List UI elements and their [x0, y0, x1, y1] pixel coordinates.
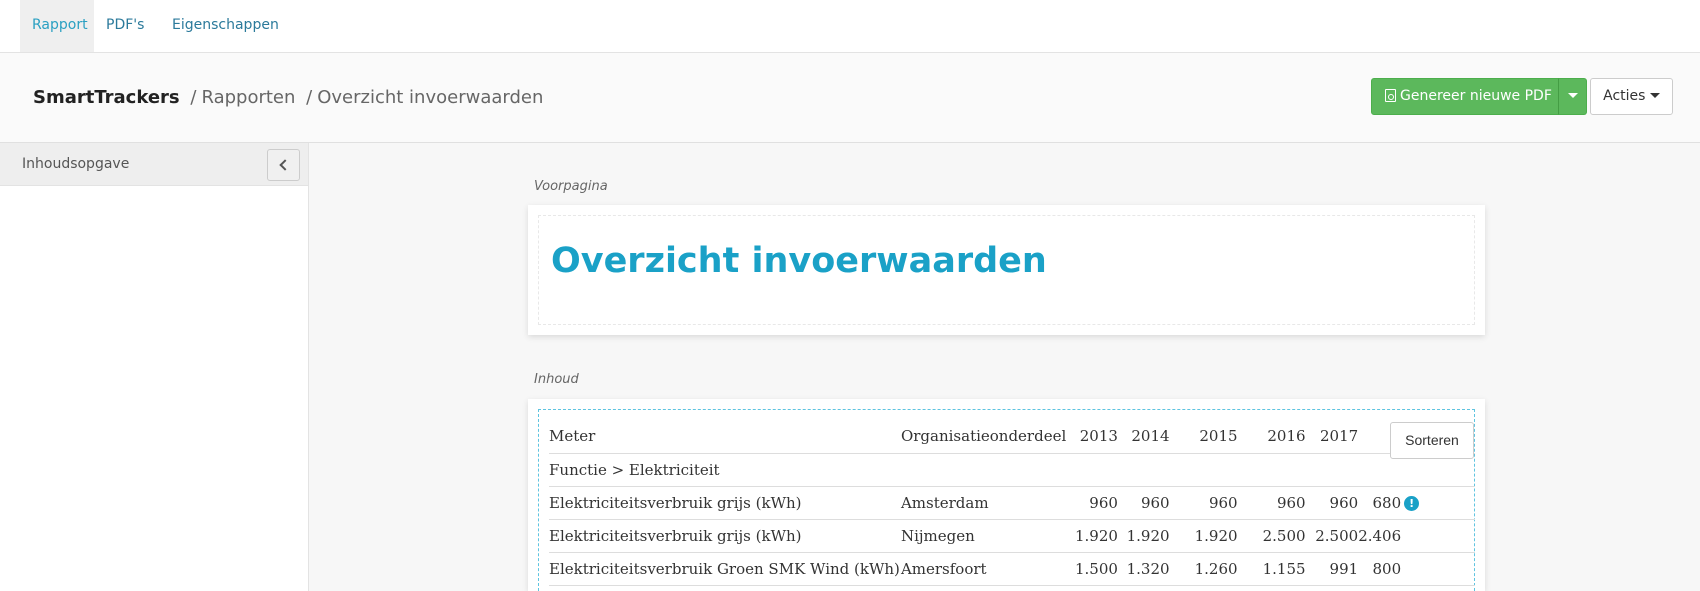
exclamation-icon[interactable]: ! [1404, 495, 1420, 511]
generate-pdf-label: Genereer nieuwe PDF [1400, 88, 1552, 104]
sort-button[interactable]: Sorteren [1390, 422, 1474, 459]
cell-org: Nijmegen [900, 519, 1067, 553]
table-header-row: Meter Organisatieonderdeel 2013 2014 201… [549, 420, 1475, 454]
table-row: Elektriciteitsverbruik Groen SMK Wind (k… [549, 552, 1475, 586]
cover-title: Overzicht invoerwaarden [551, 241, 1047, 281]
breadcrumb-separator: / [190, 87, 197, 108]
acties-label: Acties [1603, 88, 1646, 104]
cell-spacer [1419, 552, 1475, 586]
cell-value: 2.500 [1237, 519, 1306, 553]
chevron-left-icon [279, 159, 291, 171]
cell-value: 680 [1372, 493, 1402, 512]
breadcrumb-separator: / [306, 87, 313, 108]
cell-value: 991 [1305, 552, 1359, 586]
cover-inner: Overzicht invoerwaarden [538, 215, 1475, 325]
caret-down-icon [1567, 93, 1578, 98]
tab-rapport[interactable]: Rapport [20, 0, 94, 52]
content-section: Meter Organisatieonderdeel 2013 2014 201… [528, 399, 1485, 591]
cell-org: Amersfoort [900, 552, 1067, 586]
cell-value: 1.320 [1117, 552, 1170, 586]
section-label-inhoud: Inhoud [534, 372, 579, 387]
breadcrumb-root[interactable]: SmartTrackers [33, 87, 180, 108]
caret-down-icon [1649, 93, 1660, 98]
cell-value: 960 [1066, 486, 1118, 520]
cell-value: 2.500 [1305, 519, 1359, 553]
col-header-year: 2014 [1117, 420, 1170, 454]
cell-value: 960 [1117, 486, 1170, 520]
breadcrumb-rapporten[interactable]: Rapporten [201, 87, 295, 108]
sidebar: Inhoudsopgave [0, 143, 309, 591]
cell-meter: Elektriciteitsverbruik Groen SMK Wind (k… [549, 552, 901, 586]
cell-value: 1.920 [1117, 519, 1170, 553]
cell-meter: Elektriciteitsverbruik grijs (kWh) [549, 486, 901, 520]
cell-value: 1.920 [1169, 519, 1238, 553]
acties-button[interactable]: Acties [1590, 78, 1673, 115]
data-table: Meter Organisatieonderdeel 2013 2014 201… [549, 420, 1475, 586]
cell-spacer [1419, 519, 1475, 553]
page-header: SmartTrackers / Rapporten / Overzicht invo… [0, 53, 1700, 143]
table-row: Elektriciteitsverbruik grijs (kWh) Nijme… [549, 519, 1475, 553]
cell-value: 1.920 [1066, 519, 1118, 553]
sidebar-header: Inhoudsopgave [0, 143, 308, 186]
cell-value-with-warning: 680! [1358, 486, 1420, 520]
col-header-year: 2015 [1169, 420, 1238, 454]
collapse-sidebar-button[interactable] [267, 149, 300, 181]
breadcrumb-current: Overzicht invoerwaarden [317, 87, 544, 108]
cell-spacer [1419, 486, 1475, 520]
section-label-voorpagina: Voorpagina [534, 179, 608, 194]
table-group-row: Functie > Elektriciteit [549, 453, 1475, 487]
cell-value: 960 [1305, 486, 1359, 520]
cell-org: Amsterdam [900, 486, 1067, 520]
col-header-meter: Meter [549, 420, 901, 454]
cell-value: 800 [1358, 552, 1420, 586]
col-header-year: 2013 [1066, 420, 1118, 454]
content-inner[interactable]: Meter Organisatieonderdeel 2013 2014 201… [538, 409, 1475, 591]
pdf-file-icon [1385, 89, 1396, 102]
sidebar-title: Inhoudsopgave [22, 156, 130, 172]
cover-page[interactable]: Overzicht invoerwaarden [528, 205, 1485, 335]
cell-value: 1.155 [1237, 552, 1306, 586]
col-header-org: Organisatieonderdeel [900, 420, 1067, 454]
cell-value: 2.406 [1358, 519, 1420, 553]
cell-meter: Elektriciteitsverbruik grijs (kWh) [549, 519, 901, 553]
cell-value: 960 [1169, 486, 1238, 520]
table-row: Elektriciteitsverbruik grijs (kWh) Amste… [549, 486, 1475, 520]
cell-value: 1.260 [1169, 552, 1238, 586]
group-label: Functie > Elektriciteit [549, 453, 1475, 487]
cell-value: 1.500 [1066, 552, 1118, 586]
top-nav: Rapport PDF's Eigenschappen [0, 0, 1700, 53]
col-header-year: 2017 [1305, 420, 1359, 454]
generate-pdf-dropdown-button[interactable] [1558, 78, 1587, 115]
generate-pdf-button[interactable]: Genereer nieuwe PDF [1371, 78, 1559, 115]
tab-pdfs[interactable]: PDF's [94, 0, 156, 52]
col-header-year: 2016 [1237, 420, 1306, 454]
breadcrumb: SmartTrackers / Rapporten / Overzicht invo… [33, 87, 543, 108]
cell-value: 960 [1237, 486, 1306, 520]
tab-eigenschappen[interactable]: Eigenschappen [160, 0, 291, 52]
